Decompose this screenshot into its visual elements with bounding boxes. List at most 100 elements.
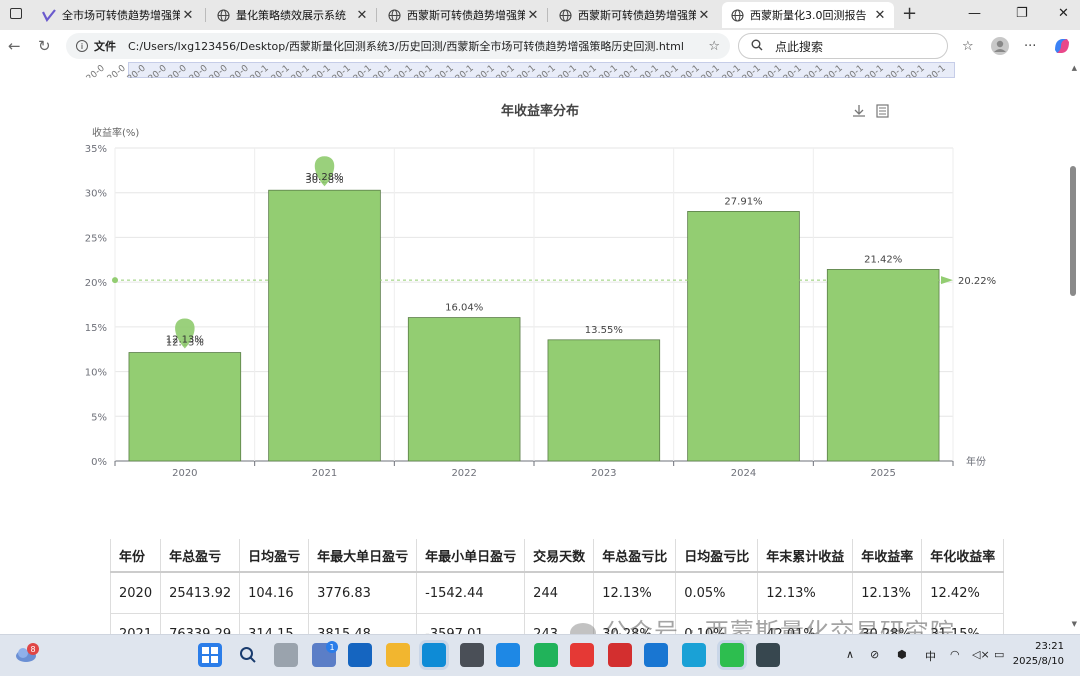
table-header-row: 年份 年总盈亏 日均盈亏 年最大单日盈亏 年最小单日盈亏 交易天数 年总盈亏比 日均盈亏比 年末…	[109, 539, 1005, 573]
table-cell: 3776.83	[308, 572, 418, 614]
globe-icon	[730, 8, 744, 22]
tab-2[interactable]: 量化策略绩效展示系统 ✕	[208, 2, 376, 28]
checkmark-app-icon	[42, 8, 56, 22]
close-tab-icon[interactable]: ✕	[872, 8, 888, 23]
bar-value-label: 16.04%	[445, 303, 483, 314]
close-tab-icon[interactable]: ✕	[354, 8, 370, 23]
wechat-taskbar-icon[interactable]	[720, 643, 744, 667]
markpoint-label: 12.13%	[166, 335, 204, 346]
back-icon[interactable]: ←	[8, 37, 21, 55]
profile-avatar[interactable]	[990, 36, 1010, 60]
x-tick-label: 2023	[591, 468, 616, 479]
search-icon	[751, 39, 763, 54]
scroll-up-icon[interactable]: ▲	[1072, 64, 1077, 72]
tab-title: 西蒙斯可转债趋势增强策略	[407, 9, 525, 22]
bar-value-label: 13.55%	[585, 325, 623, 336]
navigation-bar: ← ↻ i 文件 C:/Users/lxg123456/Desktop/西蒙斯量…	[0, 30, 1080, 62]
battery-icon[interactable]: ▭	[994, 648, 1004, 661]
app-cube-icon[interactable]	[460, 643, 484, 667]
tab-3[interactable]: 西蒙斯可转债趋势增强策略✕	[379, 2, 547, 28]
wifi-icon[interactable]: ◠	[950, 648, 960, 661]
table-cell: -3597.01	[416, 613, 526, 634]
markline-label: 20.22%	[958, 276, 996, 287]
table-row: 2020 25413.92 104.16 3776.83 -1542.44 244 12.1…	[109, 572, 1005, 614]
start-icon[interactable]	[198, 643, 222, 667]
table-cell: 76339.29	[160, 613, 241, 634]
search-box[interactable]: 点此搜索	[738, 33, 948, 59]
table-header-cell[interactable]: 日均盈亏比	[675, 539, 759, 573]
minimize-icon[interactable]: —	[968, 6, 981, 21]
info-icon[interactable]: i	[76, 40, 88, 52]
more-options-icon[interactable]: ···	[1024, 39, 1036, 54]
app-red-icon[interactable]	[608, 643, 632, 667]
table-header-cell[interactable]: 年末累计收益	[757, 539, 854, 573]
file-explorer-icon[interactable]	[386, 643, 410, 667]
table-cell: 12.42%	[921, 572, 1005, 614]
address-prefix: 文件	[94, 40, 116, 53]
app-green-icon[interactable]	[534, 643, 558, 667]
table-header-cell[interactable]: 交易天数	[524, 539, 595, 573]
outlook-icon[interactable]	[348, 643, 372, 667]
clock[interactable]: 23:21 2025/8/10	[1010, 639, 1064, 669]
tab-1[interactable]: 全市场可转债趋势增强策略✕	[34, 2, 202, 28]
app-monitor-icon[interactable]	[756, 643, 780, 667]
table-header-cell[interactable]: 年总盈亏	[160, 539, 241, 573]
store-badge: 1	[326, 641, 338, 653]
globe-icon	[216, 8, 230, 22]
table-header-cell[interactable]: 年最大单日盈亏	[308, 539, 418, 573]
table-cell: 244	[524, 572, 595, 614]
table-header-cell[interactable]: 年最小单日盈亏	[416, 539, 526, 573]
app-blue-icon[interactable]	[682, 643, 706, 667]
address-bar[interactable]: i 文件 C:/Users/lxg123456/Desktop/西蒙斯量化回测系…	[66, 33, 730, 59]
taskbar-search-icon[interactable]	[236, 643, 260, 667]
favorites-icon[interactable]: ☆	[962, 39, 974, 54]
tray-expand-icon[interactable]: ∧	[846, 648, 854, 661]
clock-date: 2025/8/10	[1012, 656, 1064, 667]
table-header-cell[interactable]: 年化收益率	[921, 539, 1005, 573]
close-tab-icon[interactable]: ✕	[180, 8, 196, 23]
task-view-icon[interactable]	[274, 643, 298, 667]
table-header-cell[interactable]: 日均盈亏	[239, 539, 310, 573]
bar-2022	[407, 317, 521, 462]
data-view-icon[interactable]	[876, 104, 889, 122]
vscode-icon[interactable]	[644, 643, 668, 667]
bar-2023	[547, 339, 661, 462]
restore-icon[interactable]: ❐	[1016, 6, 1028, 21]
x-tick-label: 2025	[870, 468, 895, 479]
copilot-icon[interactable]	[1052, 36, 1072, 60]
tab-4[interactable]: 西蒙斯可转债趋势增强策略✕	[550, 2, 718, 28]
top-axis-strip: 2020-0 2020-0 2020-0 2020-0 2020-0 2020-0 2020…	[70, 62, 955, 78]
security-icon[interactable]: ⬢	[897, 648, 907, 661]
table-cell: 2020	[109, 572, 162, 614]
table-cell: 25413.92	[160, 572, 241, 614]
favorite-star-icon[interactable]: ☆	[708, 39, 720, 54]
download-icon[interactable]	[852, 104, 866, 122]
close-tab-icon[interactable]: ✕	[525, 8, 541, 23]
table-header-cell[interactable]: 年份	[109, 539, 162, 573]
tab-separator	[205, 8, 206, 22]
table-cell: 314.15	[239, 613, 310, 634]
table-header-cell[interactable]: 年收益率	[852, 539, 923, 573]
refresh-icon[interactable]: ↻	[38, 37, 51, 55]
tab-separator	[376, 8, 377, 22]
volume-muted-icon[interactable]: ◁×	[972, 648, 990, 661]
network-off-icon[interactable]: ⊘	[870, 648, 879, 661]
scroll-down-icon[interactable]: ▼	[1072, 620, 1077, 628]
tab-actions-icon[interactable]	[10, 8, 22, 19]
search-placeholder: 点此搜索	[775, 39, 824, 54]
table-cell: 104.16	[239, 572, 310, 614]
edge-icon[interactable]	[422, 643, 446, 667]
table-header-cell[interactable]: 年总盈亏比	[593, 539, 677, 573]
close-tab-icon[interactable]: ✕	[696, 8, 712, 23]
watermark: 公众号 · 西蒙斯量化交易研究院	[570, 612, 955, 634]
new-tab-button[interactable]: +	[902, 3, 917, 24]
edge-ai-icon[interactable]	[496, 643, 520, 667]
scrollbar-thumb[interactable]	[1070, 166, 1076, 296]
tab-5[interactable]: 西蒙斯量化3.0回测报告 ✕	[722, 2, 894, 28]
tab-title: 量化策略绩效展示系统	[236, 9, 346, 22]
wps-icon[interactable]	[570, 643, 594, 667]
ime-indicator[interactable]: 中	[925, 648, 936, 664]
url-text[interactable]: C:/Users/lxg123456/Desktop/西蒙斯量化回测系统3/历史…	[128, 38, 708, 54]
close-window-icon[interactable]: ✕	[1058, 6, 1069, 21]
bar-chart: 0% 5% 10% 15% 20% 25% 30% 35% 12.13% 2020 30.28% 20…	[85, 144, 996, 479]
